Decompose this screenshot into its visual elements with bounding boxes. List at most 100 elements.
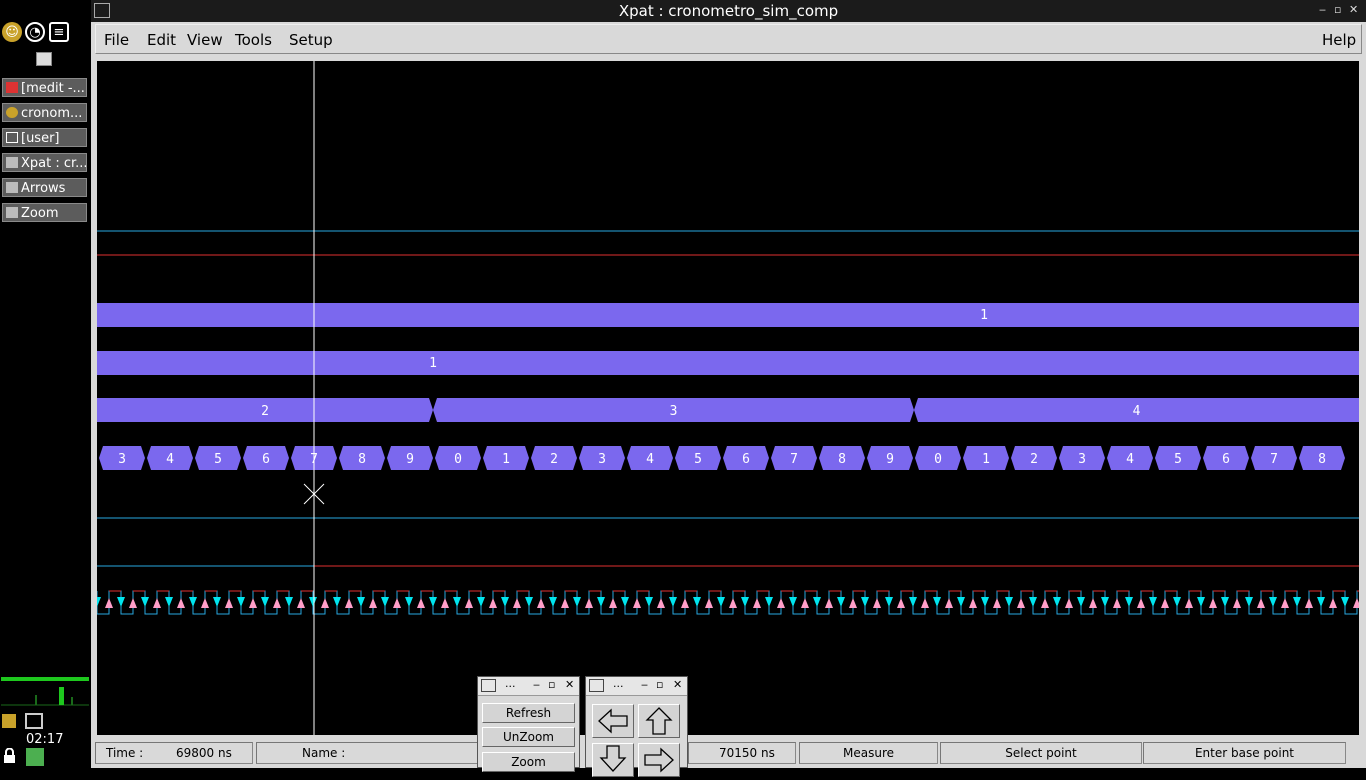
bus-signal-3-value: 2	[261, 404, 269, 419]
menu-view[interactable]: View	[187, 31, 223, 49]
clock-rise-marker	[105, 598, 113, 608]
unzoom-button[interactable]: UnZoom	[482, 727, 575, 747]
clock-rise-marker	[249, 598, 257, 608]
task-medit[interactable]: [medit -...	[2, 78, 87, 97]
zoom-button[interactable]: Zoom	[482, 752, 575, 772]
maximize-icon[interactable]: ▫	[1334, 3, 1341, 16]
up-arrow-button[interactable]	[638, 704, 680, 738]
clock-rise-marker	[513, 598, 521, 608]
clock-fall-marker	[765, 597, 773, 607]
task-label: Zoom	[21, 206, 59, 221]
menu-help[interactable]: Help	[1322, 31, 1356, 49]
arrows-popup-titlebar: ... ‒ ▫ ✕	[586, 677, 687, 696]
clock-rise-marker	[1281, 598, 1289, 608]
left-arrow-button[interactable]	[592, 704, 634, 738]
clock-fall-marker	[237, 597, 245, 607]
minimize-icon[interactable]: ‒	[641, 678, 648, 691]
clock-fall-marker	[861, 597, 869, 607]
clock-fall-marker	[453, 597, 461, 607]
window-icon	[6, 207, 18, 218]
refresh-button[interactable]: Refresh	[482, 703, 575, 723]
clock-fall-marker	[1077, 597, 1085, 607]
waveform-plot[interactable]: 1123434567890123456789012345678	[97, 61, 1359, 735]
bus-signal-1-value: 1	[980, 308, 988, 323]
clock-fall-marker	[909, 597, 917, 607]
clock-fall-marker	[1053, 597, 1061, 607]
clock-rise-marker	[1017, 598, 1025, 608]
minimize-icon[interactable]: ‒	[1319, 3, 1326, 16]
clock-low	[97, 590, 1359, 615]
down-arrow-button[interactable]	[592, 743, 634, 777]
bus-signal-4-value: 7	[1270, 452, 1278, 467]
up-arrow-icon	[645, 707, 673, 735]
bus-signal-4-value: 3	[1078, 452, 1086, 467]
window-title: Xpat : cronometro_sim_comp	[618, 2, 839, 20]
time-label: Time :	[106, 746, 144, 760]
maximize-icon[interactable]: ▫	[656, 678, 663, 691]
clock-fall-marker	[1245, 597, 1253, 607]
clock-rise-marker	[321, 598, 329, 608]
network-icon[interactable]	[25, 713, 43, 729]
clock-fall-marker	[693, 597, 701, 607]
waveform-canvas[interactable]: 1123434567890123456789012345678	[97, 61, 1359, 735]
clock-fall-marker	[1149, 597, 1157, 607]
menu-edit[interactable]: Edit	[147, 31, 176, 49]
window-menu-icon[interactable]	[589, 679, 604, 692]
task-label: Arrows	[21, 181, 66, 196]
task-xpat[interactable]: Xpat : cr...	[2, 153, 87, 172]
popup-title: ...	[613, 677, 624, 690]
clock-rise-marker	[705, 598, 713, 608]
clock-rise-marker	[1329, 598, 1337, 608]
close-icon[interactable]: ✕	[565, 678, 574, 691]
task-zoom[interactable]: Zoom	[2, 203, 87, 222]
task-label: Xpat : cr...	[21, 156, 87, 171]
time-value: 69800 ns	[176, 746, 232, 760]
close-icon[interactable]: ✕	[1349, 3, 1358, 16]
arrows-popup: ... ‒ ▫ ✕	[585, 676, 688, 777]
notes-icon[interactable]: ≡	[49, 22, 69, 42]
clipboard-icon[interactable]	[2, 714, 16, 728]
clock-rise-marker	[825, 598, 833, 608]
window-icon	[6, 157, 18, 168]
maximize-icon[interactable]: ▫	[548, 678, 555, 691]
bus-signal-4-value: 6	[742, 452, 750, 467]
lock-icon[interactable]	[3, 747, 16, 764]
task-cronometro[interactable]: cronom...	[2, 103, 87, 122]
clock-fall-marker	[981, 597, 989, 607]
bus-signal-4-value: 2	[1030, 452, 1038, 467]
clock-rise-marker	[873, 598, 881, 608]
app-launcher-icon[interactable]: ☺	[2, 22, 22, 42]
clock-rise-marker	[609, 598, 617, 608]
right-arrow-button[interactable]	[638, 743, 680, 777]
clock-fall-marker	[1029, 597, 1037, 607]
clock-fall-marker	[405, 597, 413, 607]
task-user[interactable]: [user]	[2, 128, 87, 147]
menu-tools[interactable]: Tools	[235, 31, 272, 49]
window-menu-icon[interactable]	[481, 679, 496, 692]
clock-rise-marker	[753, 598, 761, 608]
menu-setup[interactable]: Setup	[289, 31, 333, 49]
bus-signal-4-value: 8	[358, 452, 366, 467]
bus-signal-4-value: 2	[550, 452, 558, 467]
clock-fall-marker	[1005, 597, 1013, 607]
clock-rise-marker	[369, 598, 377, 608]
clock-rise-marker	[561, 598, 569, 608]
clock-fall-marker	[741, 597, 749, 607]
task-label: [user]	[21, 131, 60, 146]
clock-fall-marker	[357, 597, 365, 607]
task-arrows[interactable]: Arrows	[2, 178, 87, 197]
name-label: Name :	[302, 746, 346, 760]
folder-icon	[6, 132, 18, 143]
menu-file[interactable]: File	[104, 31, 129, 49]
clock-fall-marker	[813, 597, 821, 607]
clock-rise-marker	[1065, 598, 1073, 608]
clock: 02:17	[26, 732, 64, 747]
minimize-icon[interactable]: ‒	[533, 678, 540, 691]
task-label: [medit -...	[21, 81, 85, 96]
exit-icon[interactable]	[26, 748, 44, 766]
clock-fall-marker	[333, 597, 341, 607]
desktop-icon[interactable]	[36, 52, 52, 66]
clock-rise-marker	[1305, 598, 1313, 608]
close-icon[interactable]: ✕	[673, 678, 682, 691]
timer-icon[interactable]: ◔	[25, 22, 45, 42]
